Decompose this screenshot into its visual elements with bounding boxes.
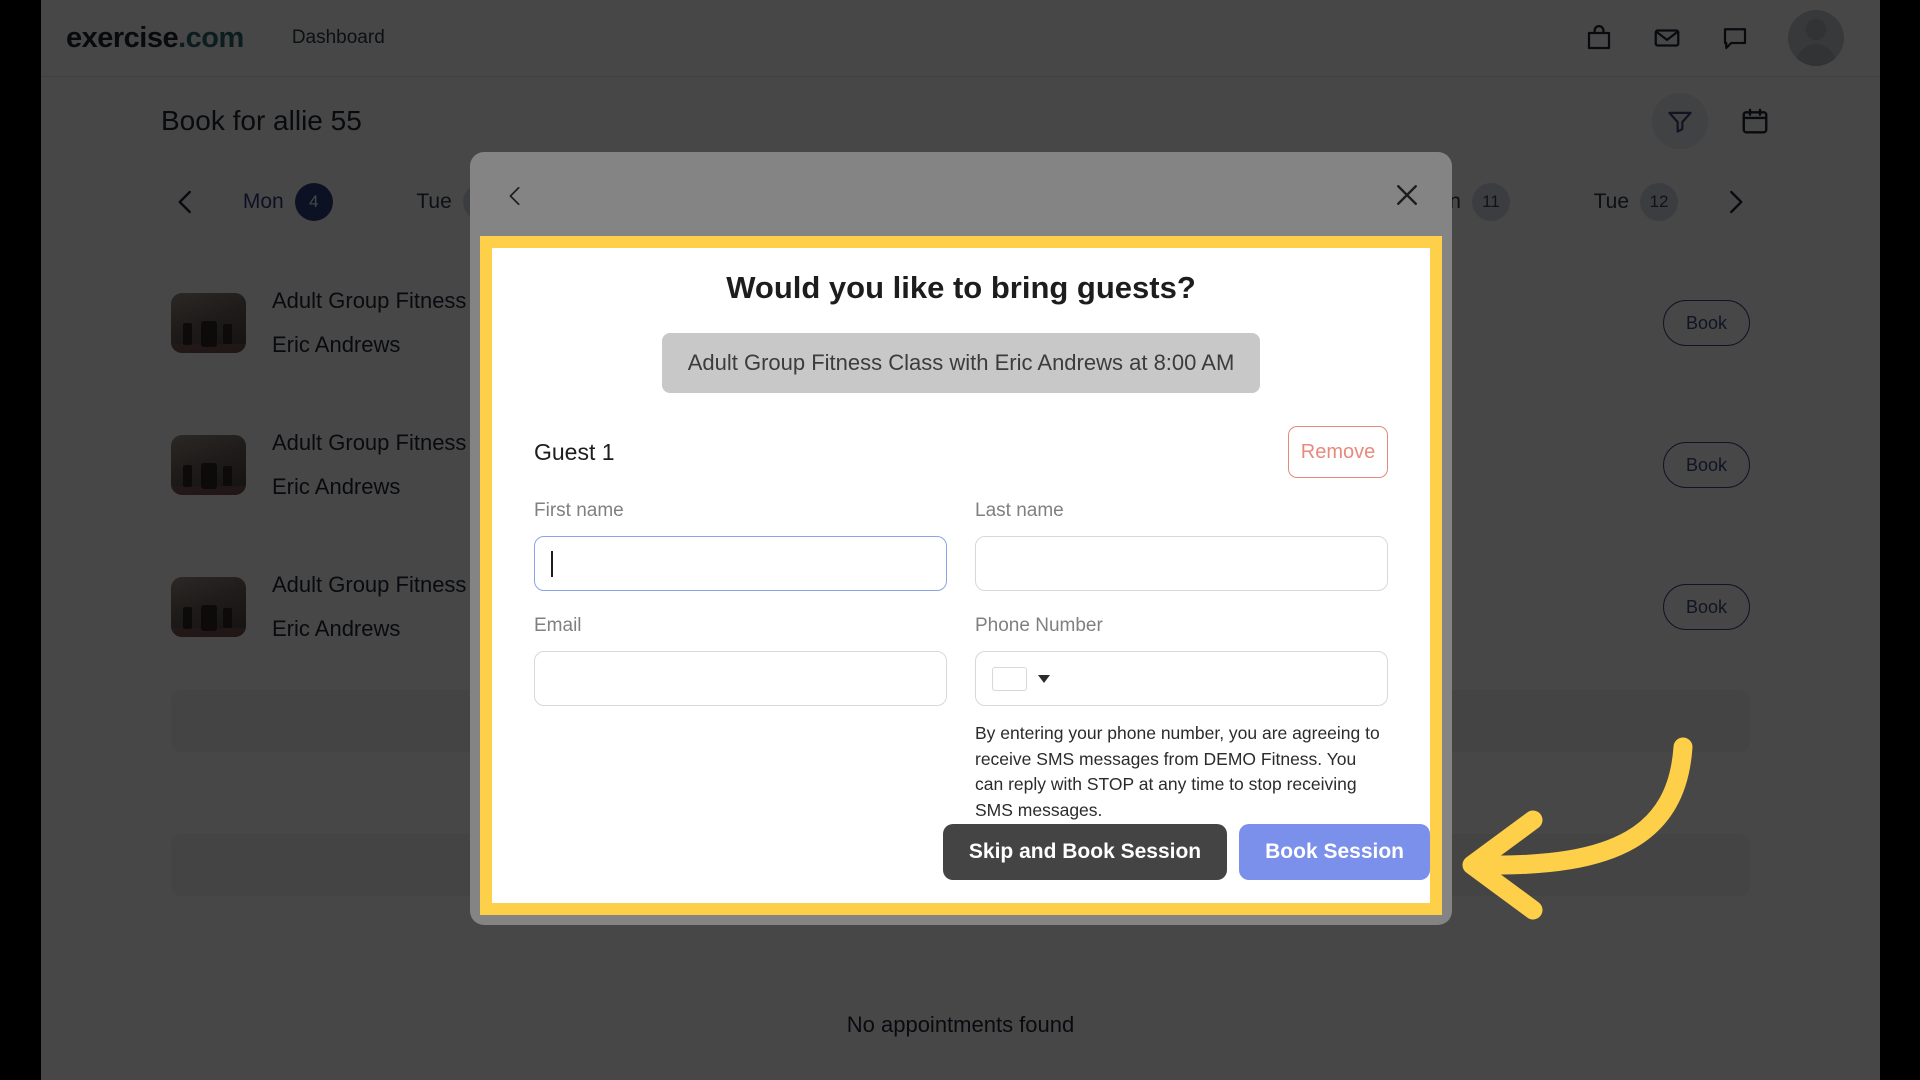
first-name-field-group: First name: [534, 500, 947, 591]
text-cursor: [551, 550, 553, 577]
book-session-button[interactable]: Book Session: [1239, 823, 1430, 880]
modal-header: [470, 152, 1452, 236]
email-input[interactable]: [534, 651, 947, 706]
phone-label: Phone Number: [975, 615, 1103, 636]
last-name-label: Last name: [975, 500, 1064, 521]
guest-header-row: Guest 1 Remove: [534, 426, 1388, 478]
country-flag-box[interactable]: [992, 666, 1027, 691]
email-label: Email: [534, 615, 582, 636]
sms-consent-note: By entering your phone number, you are a…: [975, 723, 1380, 821]
phone-field-group: Phone Number By entering your phone numb…: [975, 615, 1388, 824]
modal-content-card: Would you like to bring guests? Adult Gr…: [480, 236, 1442, 915]
contact-field-row: Email Phone Number By entering your phon…: [534, 615, 1388, 824]
last-name-field-group: Last name: [975, 500, 1388, 591]
phone-input[interactable]: [975, 651, 1388, 706]
guest-form: First name Last name Email Phone Number …: [534, 500, 1388, 824]
name-field-row: First name Last name: [534, 500, 1388, 591]
guest-label: Guest 1: [534, 438, 615, 465]
session-summary-pill: Adult Group Fitness Class with Eric Andr…: [661, 333, 1261, 393]
modal-actions: Skip and Book Session Book Session: [492, 823, 1430, 904]
modal-title: Would you like to bring guests?: [726, 270, 1196, 305]
first-name-input[interactable]: [534, 536, 947, 591]
first-name-label: First name: [534, 500, 624, 521]
screen-root: exercise.com Dashboard: [0, 0, 1920, 1080]
back-chevron-icon[interactable]: [504, 182, 526, 210]
guest-modal: Would you like to bring guests? Adult Gr…: [470, 152, 1452, 925]
skip-and-book-session-button[interactable]: Skip and Book Session: [942, 823, 1228, 880]
close-x-icon[interactable]: [1392, 180, 1422, 210]
email-field-group: Email: [534, 615, 947, 824]
chevron-down-icon[interactable]: [1038, 674, 1050, 683]
remove-guest-button[interactable]: Remove: [1288, 426, 1388, 478]
last-name-input[interactable]: [975, 536, 1388, 591]
